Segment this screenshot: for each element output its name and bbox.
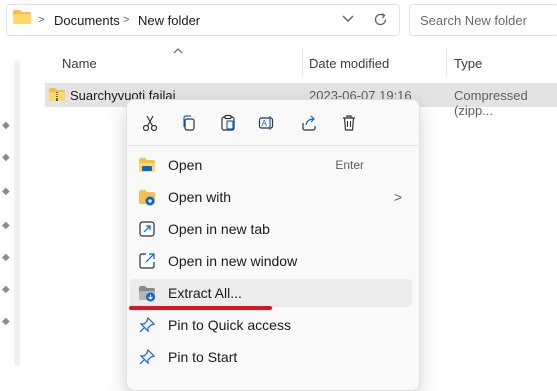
breadcrumb-documents[interactable]: Documents	[54, 13, 120, 28]
folder-icon	[13, 10, 31, 24]
open-with-icon	[139, 190, 155, 206]
file-type: Compressed (zipp...	[454, 88, 528, 118]
menu-item-open-in-new-tab[interactable]: Open in new tab	[130, 215, 412, 243]
folder-open-icon	[139, 158, 155, 172]
menu-item-label: Open in new tab	[168, 221, 270, 237]
search-input[interactable]: Search New folder	[409, 4, 557, 36]
cut-icon[interactable]	[136, 109, 164, 137]
navigation-scrollbar[interactable]	[14, 60, 20, 366]
pin-icon	[139, 348, 156, 365]
menu-item-shortcut: Enter	[335, 158, 364, 172]
refresh-icon[interactable]	[373, 12, 388, 27]
submenu-chevron-icon: >	[393, 189, 402, 205]
menu-item-open-in-new-window[interactable]: Open in new window	[130, 247, 412, 275]
column-header-date[interactable]: Date modified	[309, 56, 389, 71]
menu-item-label: Open	[168, 157, 203, 173]
highlight-underline	[129, 306, 272, 310]
share-icon[interactable]	[295, 109, 323, 137]
menu-item-extract-all[interactable]: Extract All...	[130, 279, 412, 307]
delete-icon[interactable]	[335, 109, 363, 137]
column-divider[interactable]	[302, 49, 303, 77]
menu-item-label: Extract All...	[168, 285, 242, 301]
zip-folder-icon	[49, 88, 65, 101]
paste-icon[interactable]	[214, 109, 242, 137]
breadcrumb-new-folder[interactable]: New folder	[138, 13, 200, 28]
menu-divider	[126, 145, 418, 146]
menu-item-label: Open in new window	[168, 253, 298, 269]
chevron-down-icon[interactable]	[342, 15, 354, 23]
new-window-icon	[139, 253, 155, 269]
new-tab-icon	[139, 221, 155, 237]
column-header-type[interactable]: Type	[454, 56, 482, 71]
menu-item-pin-to-quick-access[interactable]: Pin to Quick access	[130, 311, 412, 339]
menu-item-label: Pin to Quick access	[168, 317, 291, 333]
column-divider[interactable]	[446, 49, 447, 77]
pin-icon	[139, 316, 156, 333]
svg-text:A: A	[262, 119, 268, 128]
menu-item-open-with[interactable]: Open with >	[130, 183, 412, 211]
menu-item-open[interactable]: Open Enter	[130, 151, 412, 179]
menu-item-pin-to-start[interactable]: Pin to Start	[130, 343, 412, 371]
sort-arrow-icon	[173, 48, 183, 54]
menu-item-label: Pin to Start	[168, 349, 238, 365]
column-header-name[interactable]: Name	[62, 56, 97, 71]
copy-icon[interactable]	[175, 109, 203, 137]
menu-item-label: Open with	[168, 189, 232, 205]
breadcrumb-separator: >	[123, 14, 130, 26]
rename-icon[interactable]: A	[253, 109, 281, 137]
extract-icon	[139, 286, 155, 302]
breadcrumb-separator: >	[38, 14, 45, 26]
